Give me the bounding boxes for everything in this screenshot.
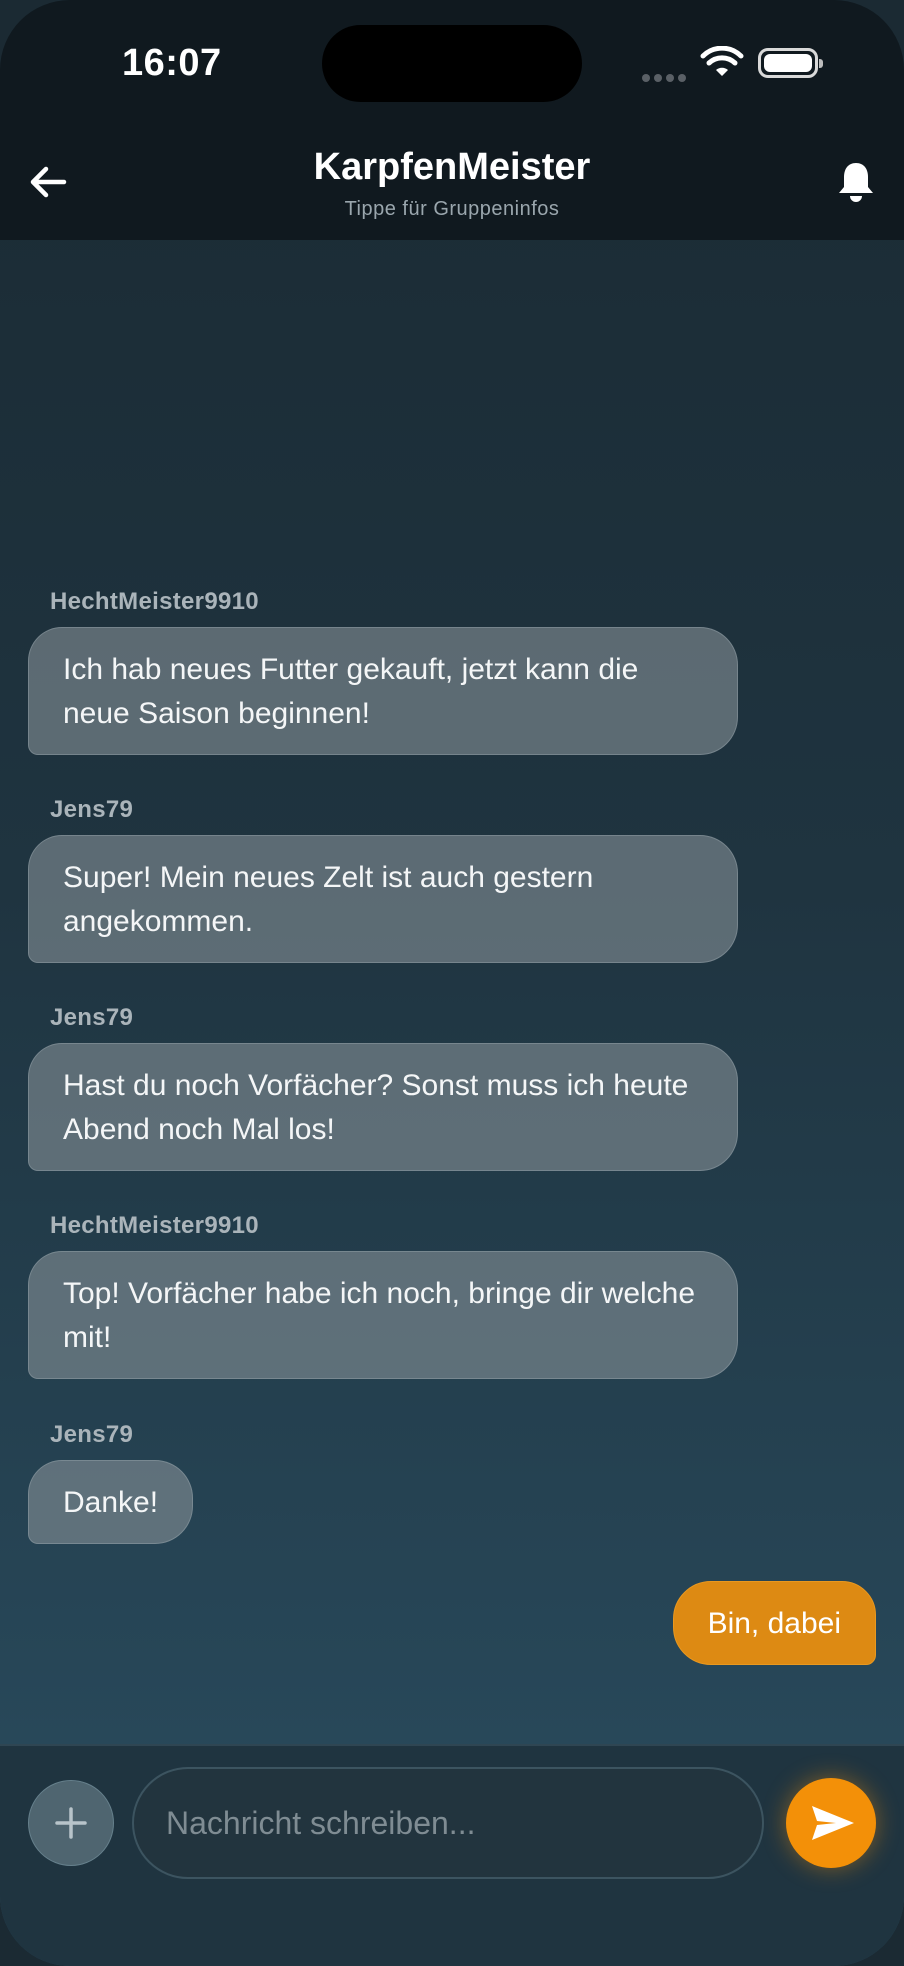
signal-icon: [642, 69, 690, 87]
message-sender: Jens79: [50, 796, 134, 823]
battery-icon: [758, 48, 823, 78]
status-time: 16:07: [122, 42, 222, 84]
dynamic-island: [322, 25, 582, 102]
message-sender: Jens79: [50, 1421, 134, 1448]
message-bubble[interactable]: Ich hab neues Futter gekauft, jetzt kann…: [28, 627, 738, 755]
message-bubble[interactable]: Top! Vorfächer habe ich noch, bringe dir…: [28, 1251, 738, 1379]
message-sender: HechtMeister9910: [50, 588, 259, 615]
group-info-hint[interactable]: Tippe für Gruppeninfos: [0, 198, 904, 221]
group-title[interactable]: KarpfenMeister: [0, 146, 904, 189]
send-icon: [812, 1806, 854, 1840]
message-bubble[interactable]: Hast du noch Vorfächer? Sonst muss ich h…: [28, 1043, 738, 1171]
own-message-bubble[interactable]: Bin, dabei: [672, 1581, 876, 1665]
chat-screen: 16:07 KarpfenMeister Tippe für Gruppenin…: [0, 0, 904, 1966]
message-sender: Jens79: [50, 1004, 134, 1031]
plus-icon: [55, 1807, 87, 1839]
bell-icon: [839, 163, 873, 202]
attach-button[interactable]: [28, 1780, 114, 1866]
message-bubble[interactable]: Super! Mein neues Zelt ist auch gestern …: [28, 835, 738, 963]
notifications-button[interactable]: [836, 160, 880, 206]
message-bubble[interactable]: Danke!: [28, 1460, 194, 1544]
wifi-icon: [700, 46, 744, 76]
send-button[interactable]: [786, 1778, 876, 1868]
message-sender: HechtMeister9910: [50, 1212, 259, 1239]
message-input[interactable]: [132, 1767, 764, 1879]
